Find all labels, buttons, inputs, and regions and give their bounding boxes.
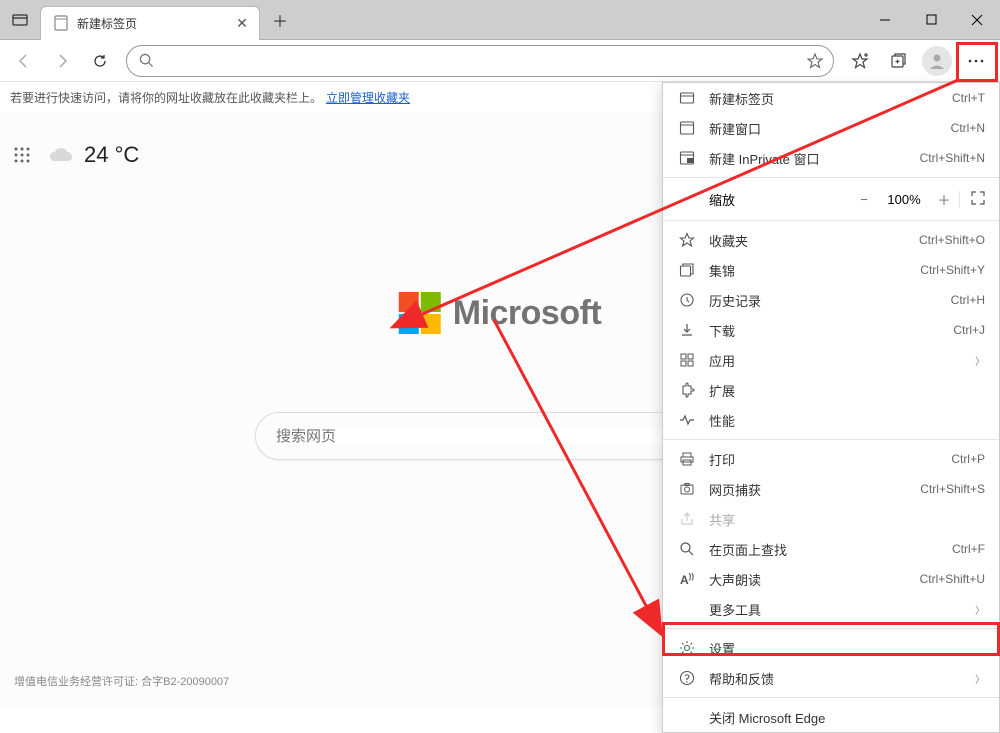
favorite-star-button[interactable]	[801, 47, 829, 75]
browser-tab[interactable]: 新建标签页 ✕	[40, 6, 260, 40]
menu-web-capture[interactable]: 网页捕获 Ctrl+Shift+S	[663, 474, 999, 504]
microsoft-logo: Microsoft	[399, 292, 602, 334]
download-icon	[679, 322, 695, 338]
favorites-icon	[851, 52, 869, 70]
inprivate-icon	[679, 150, 695, 166]
gear-icon	[679, 640, 695, 656]
apps-icon	[679, 352, 695, 368]
tab-title: 新建标签页	[77, 15, 233, 32]
toolbar	[0, 40, 1000, 82]
avatar-icon	[926, 50, 948, 72]
zoom-value: 100%	[879, 192, 929, 207]
new-window-icon	[679, 120, 695, 136]
zoom-in-button[interactable]: ＋	[929, 190, 959, 209]
new-tab-button[interactable]: ＋	[266, 6, 294, 34]
star-icon	[807, 53, 823, 69]
menu-apps[interactable]: 应用 〉	[663, 345, 999, 375]
refresh-button[interactable]	[82, 43, 118, 79]
cloud-icon	[48, 146, 74, 164]
history-icon	[679, 292, 695, 308]
fullscreen-icon	[971, 191, 985, 205]
collections-icon	[890, 52, 907, 69]
address-input[interactable]	[162, 53, 801, 69]
back-button[interactable]	[6, 43, 42, 79]
menu-settings[interactable]: 设置	[663, 633, 999, 663]
window-controls	[862, 0, 1000, 40]
minimize-icon	[879, 14, 891, 26]
temperature-text: 24 °C	[84, 142, 139, 168]
favorites-button[interactable]	[842, 43, 878, 79]
chevron-right-icon: 〉	[975, 671, 985, 686]
forward-icon	[54, 53, 70, 69]
new-tab-icon	[679, 90, 695, 106]
zoom-out-button[interactable]: −	[849, 192, 879, 207]
titlebar: 新建标签页 ✕ ＋	[0, 0, 1000, 40]
menu-new-tab[interactable]: 新建标签页 Ctrl+T	[663, 83, 999, 113]
tab-manager-icon	[12, 12, 28, 28]
maximize-icon	[926, 14, 937, 25]
chevron-right-icon: 〉	[975, 353, 985, 368]
collections-icon	[679, 262, 695, 278]
menu-extensions[interactable]: 扩展	[663, 375, 999, 405]
capture-icon	[679, 481, 695, 497]
annotation-box-more	[956, 42, 998, 82]
close-window-button[interactable]	[954, 0, 1000, 40]
address-bar[interactable]	[126, 45, 834, 77]
menu-find[interactable]: 在页面上查找 Ctrl+F	[663, 534, 999, 564]
manage-favorites-link[interactable]: 立即管理收藏夹	[326, 89, 410, 106]
menu-performance[interactable]: 性能	[663, 405, 999, 435]
back-icon	[16, 53, 32, 69]
search-icon	[139, 53, 154, 68]
tab-close-button[interactable]: ✕	[233, 14, 251, 32]
web-search-input[interactable]	[276, 428, 724, 445]
menu-downloads[interactable]: 下载 Ctrl+J	[663, 315, 999, 345]
menu-collections[interactable]: 集锦 Ctrl+Shift+Y	[663, 255, 999, 285]
menu-read-aloud[interactable]: A)) 大声朗读 Ctrl+Shift+U	[663, 564, 999, 594]
menu-history[interactable]: 历史记录 Ctrl+H	[663, 285, 999, 315]
extension-icon	[679, 382, 695, 398]
microsoft-squares-icon	[399, 292, 441, 334]
forward-button[interactable]	[44, 43, 80, 79]
menu-print[interactable]: 打印 Ctrl+P	[663, 444, 999, 474]
microsoft-text: Microsoft	[453, 294, 602, 333]
find-icon	[679, 541, 695, 557]
read-aloud-icon: A))	[680, 572, 694, 587]
bookmark-hint-text: 若要进行快速访问，请将你的网址收藏放在此收藏夹栏上。	[10, 89, 322, 106]
star-icon	[679, 232, 695, 248]
settings-menu: 新建标签页 Ctrl+T 新建窗口 Ctrl+N 新建 InPrivate 窗口…	[662, 82, 1000, 733]
heartbeat-icon	[679, 412, 695, 428]
menu-close-edge[interactable]: 关闭 Microsoft Edge	[663, 702, 999, 732]
profile-button[interactable]	[922, 46, 952, 76]
top-widgets: 24 °C	[14, 142, 139, 168]
minimize-button[interactable]	[862, 0, 908, 40]
close-icon	[971, 14, 983, 26]
fullscreen-button[interactable]	[959, 191, 989, 208]
footer-license-text: 增值电信业务经营许可证: 合字B2-20090007	[14, 673, 229, 689]
page-icon	[53, 15, 69, 31]
apps-grid-button[interactable]	[14, 147, 30, 163]
menu-share: 共享	[663, 504, 999, 534]
menu-new-inprivate[interactable]: 新建 InPrivate 窗口 Ctrl+Shift+N	[663, 143, 999, 173]
refresh-icon	[92, 53, 108, 69]
menu-zoom-row: 缩放 − 100% ＋	[663, 182, 999, 216]
print-icon	[679, 451, 695, 467]
chevron-right-icon: 〉	[975, 602, 985, 617]
menu-new-window[interactable]: 新建窗口 Ctrl+N	[663, 113, 999, 143]
collections-button[interactable]	[880, 43, 916, 79]
menu-help[interactable]: 帮助和反馈 〉	[663, 663, 999, 693]
share-icon	[679, 511, 695, 527]
tab-manager-button[interactable]	[0, 0, 40, 40]
menu-favorites[interactable]: 收藏夹 Ctrl+Shift+O	[663, 225, 999, 255]
help-icon	[679, 670, 695, 686]
menu-more-tools[interactable]: 更多工具 〉	[663, 594, 999, 624]
weather-widget[interactable]: 24 °C	[48, 142, 139, 168]
maximize-button[interactable]	[908, 0, 954, 40]
